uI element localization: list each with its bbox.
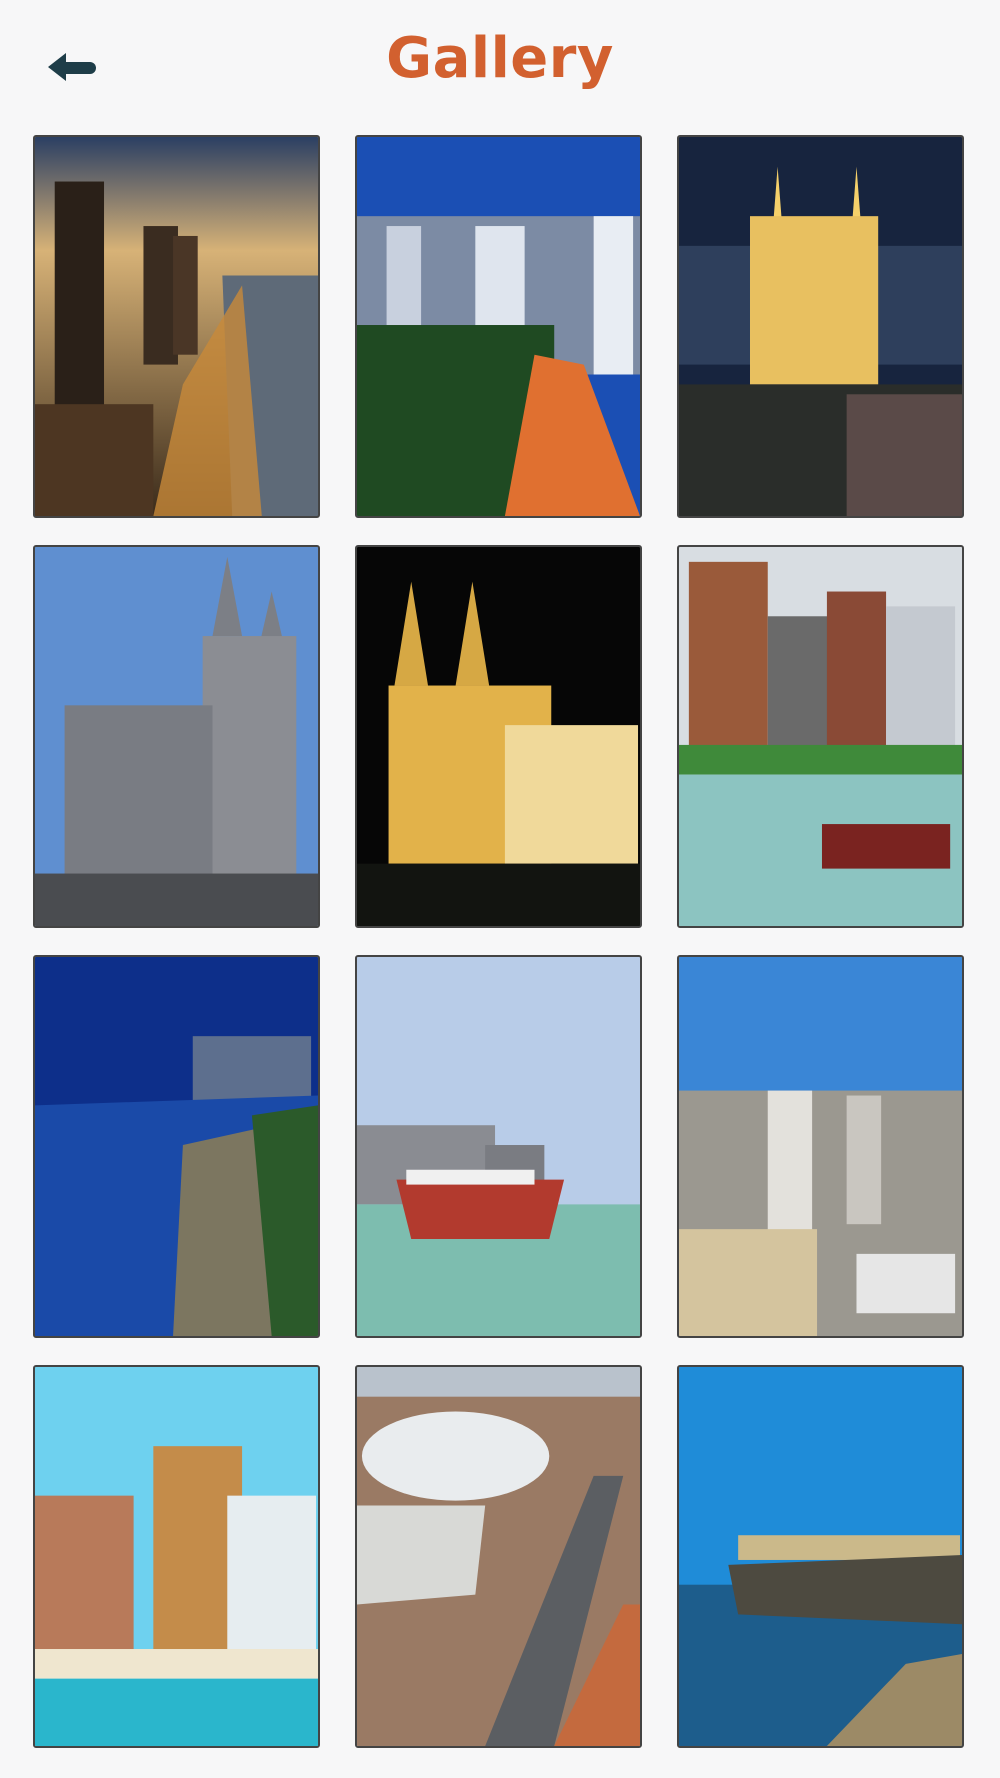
gallery-photo-fortress-cliff-sea[interactable] — [677, 1365, 964, 1748]
photo-image — [679, 547, 962, 926]
photo-image — [679, 1367, 962, 1746]
photo-image — [35, 957, 318, 1336]
gallery-photo-cathedral-day[interactable] — [33, 545, 320, 928]
gallery-photo-cathedral-lit-night[interactable] — [355, 545, 642, 928]
gallery-photo-beach-hotels[interactable] — [33, 1365, 320, 1748]
photo-image — [357, 137, 640, 516]
photo-image — [35, 137, 318, 516]
gallery-photo-bay-beach-night[interactable] — [33, 955, 320, 1338]
gallery-photo-city-aerial-day[interactable] — [677, 955, 964, 1338]
photo-image — [35, 1367, 318, 1746]
gallery-photo-cathedral-night-aerial[interactable] — [677, 135, 964, 518]
photo-grid — [0, 0, 1000, 1778]
photo-image — [357, 547, 640, 926]
gallery-photo-boat-water-skyline[interactable] — [355, 955, 642, 1338]
photo-image — [679, 957, 962, 1336]
photo-image — [357, 957, 640, 1336]
photo-image — [357, 1367, 640, 1746]
photo-image — [679, 137, 962, 516]
gallery-photo-city-skyline-night-blue[interactable] — [355, 135, 642, 518]
photo-image — [35, 547, 318, 926]
gallery-photo-stadium-highway[interactable] — [355, 1365, 642, 1748]
gallery-photo-beach-avenue-sunset[interactable] — [33, 135, 320, 518]
gallery-photo-harbor-boats-towers[interactable] — [677, 545, 964, 928]
